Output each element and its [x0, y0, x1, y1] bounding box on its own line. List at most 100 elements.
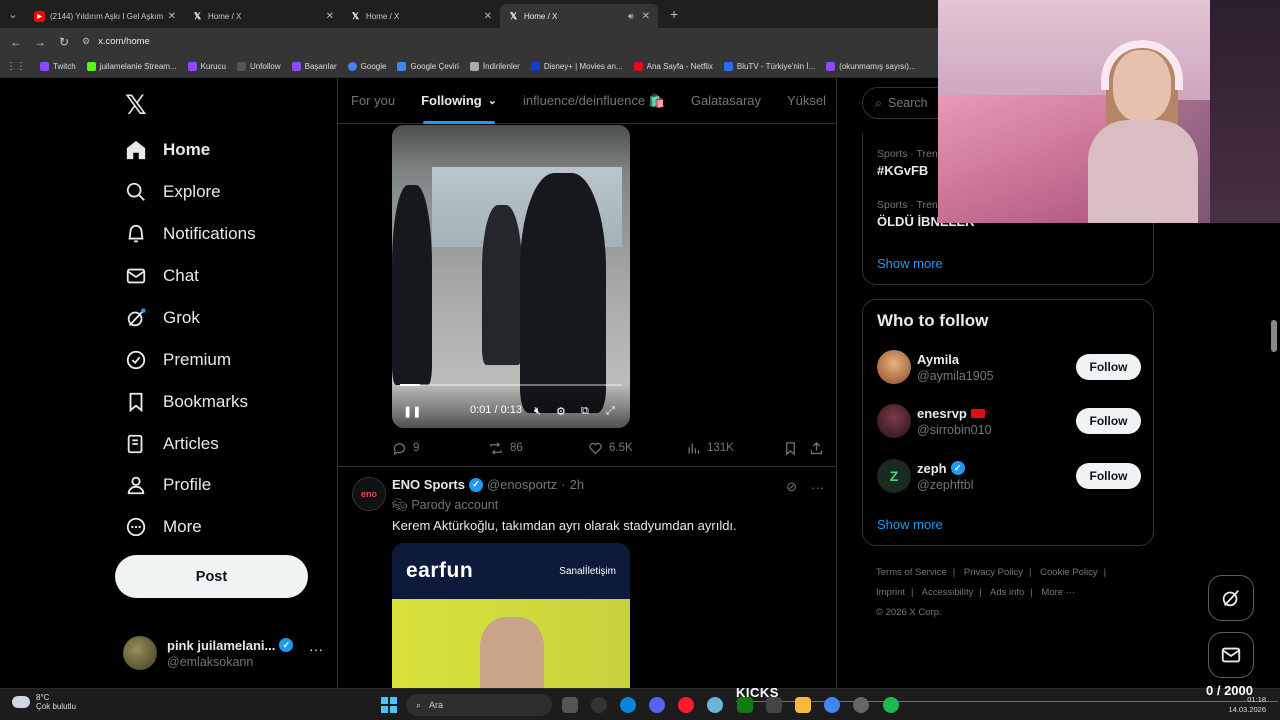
views-button[interactable]: 131K	[686, 441, 734, 456]
follow-suggestion[interactable]: Z zeph ✓ @zephftbl Follow	[877, 457, 1141, 495]
tab-yuksel[interactable]: Yüksel	[774, 78, 836, 124]
bookmark-item[interactable]: Google Çeviri	[397, 61, 459, 71]
tweet-author-name[interactable]: ENO Sports	[392, 477, 465, 492]
bookmark-item[interactable]: juilamelanie Stream...	[86, 61, 177, 71]
nav-profile[interactable]: Profile	[125, 467, 211, 503]
nav-chat[interactable]: Chat	[125, 258, 199, 294]
footer-link[interactable]: Privacy Policy	[964, 567, 1023, 578]
pip-icon[interactable]: ⧉	[581, 405, 589, 418]
apps-icon[interactable]: ⋮⋮	[6, 61, 26, 72]
start-button[interactable]	[381, 697, 397, 713]
avatar[interactable]	[877, 404, 911, 438]
follow-button[interactable]: Follow	[1076, 354, 1141, 380]
tab-following[interactable]: Following ⌄	[408, 78, 510, 124]
fullscreen-icon[interactable]: ⤢	[606, 405, 615, 418]
bookmark-button[interactable]	[783, 441, 804, 456]
page-scrollbar[interactable]	[1271, 320, 1277, 352]
forward-icon[interactable]: →	[28, 35, 52, 49]
tab-search-button[interactable]: ⌄	[0, 0, 26, 28]
app-icon[interactable]	[591, 697, 607, 713]
show-more-link[interactable]: Show more	[877, 517, 943, 532]
mute-icon[interactable]: 🔇︎	[534, 405, 541, 418]
discord-icon[interactable]	[649, 697, 665, 713]
footer-link[interactable]: Ads info	[990, 587, 1024, 598]
repost-button[interactable]: 86	[488, 441, 523, 456]
edge-icon[interactable]	[620, 697, 636, 713]
grok-button[interactable]	[1208, 575, 1254, 621]
tweet-author-handle[interactable]: @enosportz	[487, 477, 557, 492]
tab-x-2[interactable]: 𝕏 Home / X ✕	[342, 4, 500, 28]
tab-x-1[interactable]: 𝕏 Home / X ✕	[184, 4, 342, 28]
close-tab-icon[interactable]: ✕	[168, 11, 176, 22]
weather-widget[interactable]: 8°C Çok bulutlu	[12, 693, 76, 711]
more-options-icon[interactable]: ···	[309, 641, 323, 657]
nav-more[interactable]: More	[125, 509, 202, 545]
post-button[interactable]: Post	[115, 555, 308, 598]
bookmark-item[interactable]: İndirilenler	[469, 61, 520, 71]
new-tab-button[interactable]: +	[670, 6, 678, 22]
bookmark-item[interactable]: BluTV - Türkiye'nin İ...	[723, 61, 815, 71]
task-view-icon[interactable]	[562, 697, 578, 713]
bookmark-item[interactable]: (okunmamış sayısı)...	[826, 61, 916, 71]
chrome-icon[interactable]	[824, 697, 840, 713]
reload-icon[interactable]: ↻	[52, 35, 76, 49]
follow-button[interactable]: Follow	[1076, 408, 1141, 434]
nav-premium[interactable]: Premium	[125, 342, 231, 378]
reply-button[interactable]: 9	[392, 441, 419, 456]
nav-grok[interactable]: Grok	[125, 300, 200, 336]
file-explorer-icon[interactable]	[795, 697, 811, 713]
nav-articles[interactable]: Articles	[125, 426, 219, 462]
url-field[interactable]: ⚙ x.com/home	[82, 36, 150, 47]
tweet-image[interactable]: earfun Sanalİletişim	[392, 543, 630, 688]
grok-icon[interactable]: ⊘	[786, 479, 797, 495]
bookmark-item[interactable]: Twitch	[40, 61, 76, 71]
bookmark-item[interactable]: Unfollow	[236, 61, 281, 71]
nav-home[interactable]: Home	[125, 132, 210, 168]
spotify-icon[interactable]	[883, 697, 899, 713]
avatar[interactable]: eno	[352, 477, 386, 511]
tab-influence[interactable]: influence/deinfluence 🛍️	[510, 78, 678, 124]
footer-link[interactable]: Imprint	[876, 587, 905, 598]
tab-youtube[interactable]: ▶ (2144) Yıldırım Aşkı I Gel Aşkım ✕	[26, 4, 184, 28]
bookmark-item[interactable]: Disney+ | Movies an...	[530, 61, 623, 71]
system-clock[interactable]: 01:18 14.03.2026	[1228, 695, 1266, 715]
more-options-icon[interactable]: ···	[811, 480, 824, 495]
site-info-icon[interactable]: ⚙	[82, 36, 90, 47]
tweet-video[interactable]: ❚❚ 0:01 / 0:13 🔇︎ ⚙ ⧉ ⤢	[392, 125, 630, 428]
back-icon[interactable]: ←	[4, 35, 28, 49]
avatar[interactable]	[877, 350, 911, 384]
follow-suggestion[interactable]: Aymila @aymila1905 Follow	[877, 348, 1141, 386]
nav-notifications[interactable]: Notifications	[125, 216, 256, 252]
tab-for-you[interactable]: For you	[338, 78, 408, 124]
show-more-link[interactable]: Show more	[877, 256, 943, 271]
messages-button[interactable]	[1208, 632, 1254, 678]
close-tab-icon[interactable]: ✕	[642, 11, 650, 22]
footer-link[interactable]: Accessibility	[922, 587, 974, 598]
nav-bookmarks[interactable]: Bookmarks	[125, 384, 248, 420]
account-switcher[interactable]: pink juilamelani... ✓ @emlaksokann ···	[123, 633, 333, 673]
like-button[interactable]: 6.5K	[588, 441, 633, 456]
footer-link[interactable]: Terms of Service	[876, 567, 947, 578]
footer-link[interactable]: Cookie Policy	[1040, 567, 1098, 578]
app-icon[interactable]	[853, 697, 869, 713]
opera-icon[interactable]	[678, 697, 694, 713]
video-progress-bar[interactable]	[400, 384, 622, 386]
settings-icon[interactable]: ⚙	[556, 405, 566, 418]
speaker-icon[interactable]: 🔊︎	[628, 11, 634, 22]
follow-suggestion[interactable]: enesrvp @sirrobin010 Follow	[877, 402, 1141, 440]
app-icon[interactable]	[707, 697, 723, 713]
bookmark-item[interactable]: Kurucu	[187, 61, 226, 71]
close-tab-icon[interactable]: ✕	[326, 11, 334, 22]
footer-link[interactable]: More ···	[1041, 587, 1075, 598]
nav-explore[interactable]: Explore	[125, 174, 221, 210]
share-button[interactable]	[809, 441, 830, 456]
avatar[interactable]: Z	[877, 459, 911, 493]
pause-icon[interactable]: ❚❚	[403, 405, 421, 418]
x-logo-icon[interactable]: 𝕏	[125, 90, 147, 121]
bookmark-item[interactable]: Başarılar	[291, 61, 337, 71]
tab-galatasaray[interactable]: Galatasaray	[678, 78, 774, 124]
close-tab-icon[interactable]: ✕	[484, 11, 492, 22]
follow-button[interactable]: Follow	[1076, 463, 1141, 489]
bookmark-item[interactable]: Ana Sayfa - Netflix	[633, 61, 713, 71]
bookmark-item[interactable]: Google	[347, 61, 386, 71]
